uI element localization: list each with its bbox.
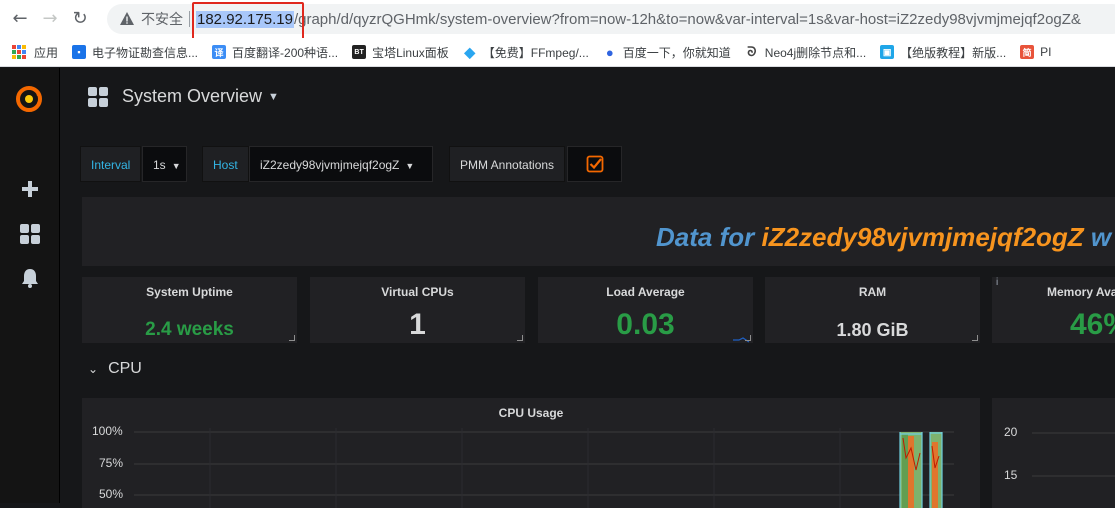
side-nav xyxy=(0,68,60,503)
host-banner: Data for iZ2zedy98vjvmjmejqf2ogZ w xyxy=(82,197,1115,266)
banner-suffix: w xyxy=(1083,222,1112,252)
banner-host: iZ2zedy98vjvmjmejqf2ogZ xyxy=(761,222,1084,252)
stat-title: Virtual CPUs xyxy=(381,285,454,299)
right-graph-grid xyxy=(1032,432,1115,477)
right-graph-panel[interactable]: 20 15 xyxy=(992,398,1115,508)
info-icon[interactable]: i xyxy=(996,277,998,288)
bookmark-label: Neo4j删除节点和... xyxy=(764,45,867,60)
bookmark-item[interactable]: ◆ 【免费】FFmpeg/... xyxy=(463,43,589,61)
interval-select[interactable]: 1s ▼ xyxy=(142,146,187,182)
cpu-usage-panel[interactable]: CPU Usage 100% 75% 50% xyxy=(82,398,980,508)
back-icon[interactable]: ← xyxy=(10,9,30,29)
separator xyxy=(189,11,190,27)
bookmark-label: 应用 xyxy=(34,45,59,60)
resize-handle-icon[interactable] xyxy=(745,335,751,341)
stat-panel[interactable]: Load Average 0.03 xyxy=(538,277,753,343)
stat-title: Load Average xyxy=(606,285,685,299)
banner-text: Data for iZ2zedy98vjvmjmejqf2ogZ w xyxy=(656,222,1111,253)
host-select[interactable]: iZ2zedy98vjvmjmejqf2ogZ ▼ xyxy=(249,146,433,182)
interval-label: Interval xyxy=(80,146,142,182)
stat-panel[interactable]: i Memory Ava 46% xyxy=(992,277,1115,343)
swirl-icon: ᘐ xyxy=(747,44,757,59)
caret-down-icon: ▼ xyxy=(268,90,279,103)
bookmark-item[interactable]: 译 百度翻译-200种语... xyxy=(212,44,338,61)
url-path: /graph/d/qyzrQGHmk/system-overview?from=… xyxy=(293,10,1081,28)
grafana-logo-icon[interactable] xyxy=(14,84,44,114)
stat-value: 46% xyxy=(1070,308,1115,341)
caret-down-icon: ▼ xyxy=(171,161,181,171)
bookmark-item[interactable]: ▪ 电子物证勘查信息... xyxy=(72,44,198,61)
bookmark-item[interactable]: BT 宝塔Linux面板 xyxy=(352,44,449,61)
stat-value: 2.4 weeks xyxy=(145,319,234,340)
stat-panel[interactable]: Virtual CPUs 1 xyxy=(310,277,525,343)
host-label: Host xyxy=(202,146,249,182)
stat-value: 0.03 xyxy=(616,308,675,341)
stat-title: System Uptime xyxy=(146,285,233,299)
bookmark-apps[interactable]: 应用 xyxy=(0,44,58,61)
bt-icon: BT xyxy=(352,45,367,59)
bookmark-label: 宝塔Linux面板 xyxy=(372,45,449,60)
jian-icon: 简 xyxy=(1020,45,1035,59)
plus-icon[interactable] xyxy=(19,178,41,200)
cpu-usage-burst xyxy=(899,432,943,508)
tv-icon: ▣ xyxy=(880,45,895,59)
checkbox-checked-icon xyxy=(586,155,603,173)
diamond-icon: ◆ xyxy=(464,43,476,60)
dashboards-icon[interactable] xyxy=(19,223,41,245)
chevron-down-icon: ⌄ xyxy=(88,362,99,376)
bookmark-label: 【绝版教程】新版... xyxy=(900,45,1007,60)
row-cpu-toggle[interactable]: ⌄ CPU xyxy=(88,360,142,378)
bookmark-label: 【免费】FFmpeg/... xyxy=(482,45,589,60)
bookmark-label: 电子物证勘查信息... xyxy=(92,45,199,60)
document-icon: ▪ xyxy=(72,45,87,59)
forward-icon[interactable]: → xyxy=(40,9,60,29)
resize-handle-icon[interactable] xyxy=(517,335,523,341)
dashboard-grid-icon xyxy=(88,86,108,107)
interval-value: 1s xyxy=(153,158,166,172)
stat-panel[interactable]: System Uptime 2.4 weeks xyxy=(82,277,297,343)
pmm-annotations-label: PMM Annotations xyxy=(449,146,566,182)
resize-handle-icon[interactable] xyxy=(972,335,978,341)
bookmark-label: PI xyxy=(1040,45,1052,59)
bookmark-label: 百度一下，你就知道 xyxy=(622,45,731,60)
insecure-label: 不安全 xyxy=(141,11,183,27)
bookmark-item[interactable]: ▣ 【绝版教程】新版... xyxy=(880,44,1006,61)
translate-icon: 译 xyxy=(212,45,227,59)
dashboard-title: System Overview xyxy=(122,86,263,106)
host-value: iZ2zedy98vjvmjmejqf2ogZ xyxy=(260,158,400,172)
highlight-box xyxy=(192,2,304,42)
stat-value: 1.80 GiB xyxy=(836,320,909,340)
browser-toolbar: ← → ↻ 不安全 182.92.175.19/graph/d/qyzrQGHm… xyxy=(0,0,1115,42)
bookmarks-bar: 应用 ▪ 电子物证勘查信息... 译 百度翻译-200种语... BT 宝塔Li… xyxy=(0,38,1115,67)
resize-handle-icon[interactable] xyxy=(289,335,295,341)
bookmark-item[interactable]: 简 PI xyxy=(1020,45,1052,59)
row-title: CPU xyxy=(108,360,142,377)
banner-prefix: Data for xyxy=(656,222,762,252)
caret-down-icon: ▼ xyxy=(405,161,415,171)
bell-icon[interactable] xyxy=(19,267,41,289)
reload-icon[interactable]: ↻ xyxy=(70,9,90,29)
paw-icon: ● xyxy=(605,44,614,60)
pmm-annotations-checkbox[interactable] xyxy=(567,146,622,182)
bookmark-label: 百度翻译-200种语... xyxy=(232,45,339,60)
stat-title: Memory Ava xyxy=(1047,285,1115,299)
apps-icon xyxy=(12,45,26,59)
bookmark-item[interactable]: ᘐ Neo4j删除节点和... xyxy=(745,44,866,61)
dashboard-title-picker[interactable]: System Overview ▼ xyxy=(88,86,279,107)
dashboard-main: System Overview ▼ Interval 1s ▼ Host iZ2z… xyxy=(60,68,1115,508)
stat-panel[interactable]: RAM 1.80 GiB xyxy=(765,277,980,343)
cpu-usage-graph xyxy=(134,428,954,508)
stat-value: 1 xyxy=(409,308,426,341)
stat-title: RAM xyxy=(858,285,887,299)
warning-icon[interactable] xyxy=(119,11,135,27)
bookmark-item[interactable]: ● 百度一下，你就知道 xyxy=(603,44,731,61)
